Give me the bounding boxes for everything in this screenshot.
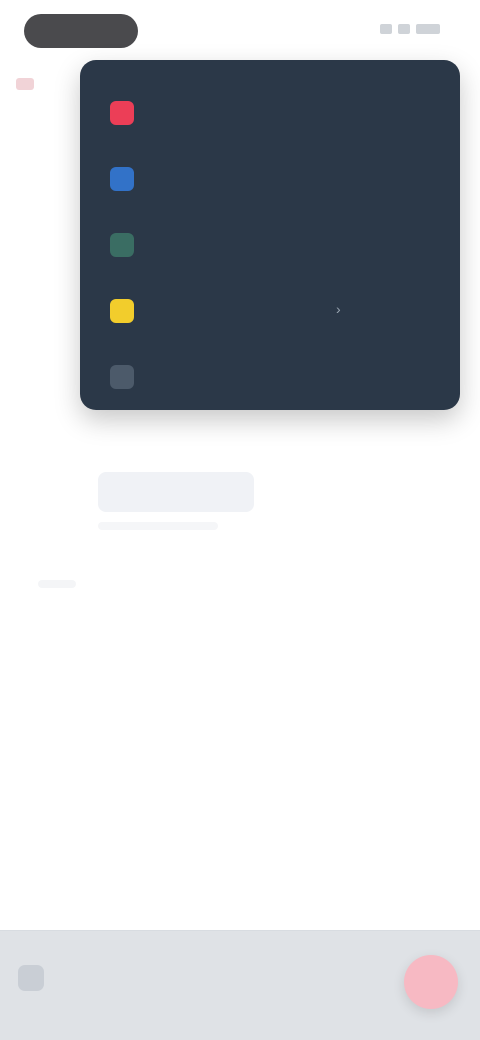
- status-icons: [380, 24, 440, 34]
- settings-icon: [110, 365, 134, 389]
- menu-item-document[interactable]: [98, 212, 442, 278]
- status-bar: [0, 0, 480, 58]
- fab-button[interactable]: [404, 955, 458, 1009]
- menu-item-starred[interactable]: ›: [98, 278, 442, 344]
- menu-item-alert[interactable]: [98, 80, 442, 146]
- menu-icon[interactable]: [18, 965, 44, 991]
- battery-icon: [416, 24, 440, 34]
- bottom-bar: [0, 930, 480, 1040]
- wifi-icon: [398, 24, 410, 34]
- content-line: [98, 522, 218, 530]
- content-area: [0, 420, 480, 920]
- menu-item-settings[interactable]: [98, 344, 442, 410]
- document-icon: [110, 233, 134, 257]
- alert-icon: [110, 101, 134, 125]
- star-icon: [110, 299, 134, 323]
- left-indicator: [16, 78, 34, 90]
- dropdown-menu[interactable]: ›: [80, 60, 460, 410]
- chevron-right-icon: ›: [336, 301, 341, 317]
- content-note: [38, 580, 76, 588]
- signal-icon: [380, 24, 392, 34]
- app-screen: ›: [0, 0, 480, 1040]
- menu-item-folder[interactable]: [98, 146, 442, 212]
- folder-icon: [110, 167, 134, 191]
- status-pill: [24, 14, 138, 48]
- content-card[interactable]: [98, 472, 254, 512]
